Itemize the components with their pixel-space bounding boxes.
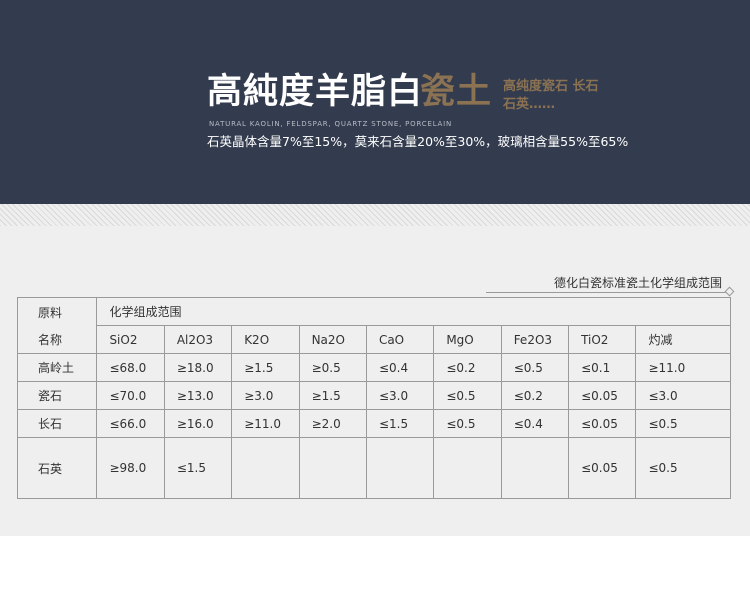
composition-table: 原料 名称 化学组成范围 SiO2 Al2O3 K2O Na2O CaO MgO…: [16, 297, 731, 499]
table-cell: ≤0.05: [568, 381, 637, 410]
table-cell: ≤0.05: [568, 409, 637, 438]
table-cell: [298, 437, 367, 499]
table-cell: ≥11.0: [635, 353, 731, 382]
table-row: 长石 ≤66.0 ≥16.0 ≥11.0 ≥2.0 ≤1.5 ≤0.5 ≤0.4…: [16, 409, 731, 438]
subtitle-chinese: 石英晶体含量7%至15%，莫来石含量20%至30%，玻璃相含量55%至65%: [207, 134, 629, 149]
table-cell: ≤0.05: [568, 437, 637, 499]
footer-blank: [0, 536, 750, 608]
table-column-header-row: SiO2 Al2O3 K2O Na2O CaO MgO Fe2O3 TiO2 灼…: [18, 325, 731, 354]
caption-diamond-icon: [724, 286, 735, 297]
title-accent: 瓷土: [420, 71, 493, 112]
table-cell: ≤70.0: [96, 381, 165, 410]
side-text-line-2: 石英……: [503, 97, 556, 112]
table-cell: ≤66.0: [96, 409, 165, 438]
table-cell: ≤0.4: [500, 409, 570, 438]
column-header: CaO: [365, 325, 435, 354]
table-cell: ≥0.5: [298, 353, 367, 382]
row-name-cell: 高岭土: [16, 353, 98, 382]
table-cell: ≤0.2: [433, 353, 502, 382]
column-header: Al2O3: [163, 325, 233, 354]
table-cell: ≥1.5: [231, 353, 300, 382]
content-area: 德化白瓷标准瓷土化学组成范围 原料 名称 化学组成范围 SiO2 Al2O3 K…: [0, 226, 750, 536]
table-cell: ≥18.0: [163, 353, 233, 382]
table-cell: [365, 437, 435, 499]
column-header: TiO2: [568, 325, 637, 354]
table-cell: ≥16.0: [163, 409, 233, 438]
table-cell: ≤0.5: [433, 409, 502, 438]
table-cell: ≤0.5: [635, 409, 731, 438]
row-name-cell: 石英: [16, 437, 98, 499]
table-caption: 德化白瓷标准瓷土化学组成范围: [553, 276, 722, 290]
stripe-divider: [0, 204, 750, 226]
table-row: 高岭土 ≤68.0 ≥18.0 ≥1.5 ≥0.5 ≤0.4 ≤0.2 ≤0.5…: [16, 353, 731, 382]
table-cell: ≤3.0: [635, 381, 731, 410]
column-header: K2O: [231, 325, 300, 354]
table-row: 瓷石 ≤70.0 ≥13.0 ≥3.0 ≥1.5 ≤3.0 ≤0.5 ≤0.2 …: [16, 381, 731, 410]
group-header-cell: 化学组成范围: [96, 297, 731, 326]
side-text-line-1: 高纯度瓷石 长石: [503, 79, 599, 94]
corner-header-line-2: 名称: [38, 332, 63, 347]
corner-header-line-1: 原料: [38, 305, 63, 320]
row-name-cell: 长石: [16, 409, 98, 438]
table-cell: ≥13.0: [163, 381, 233, 410]
side-text: 高纯度瓷石 长石 石英……: [503, 78, 623, 114]
title-main: 高純度羊脂白: [207, 71, 424, 112]
table-cell: [500, 437, 570, 499]
table-cell: ≤0.4: [365, 353, 435, 382]
header-banner: 高純度羊脂白 瓷土 高纯度瓷石 长石 石英…… NATURAL KAOLIN, …: [0, 0, 750, 204]
corner-header-cell: 原料 名称: [16, 297, 98, 354]
table-cell: [433, 437, 502, 499]
table-header-row: 原料 名称 化学组成范围: [16, 297, 731, 354]
table-cell: ≤68.0: [96, 353, 165, 382]
table-cell: ≥1.5: [298, 381, 367, 410]
table-cell: ≤1.5: [163, 437, 233, 499]
table-cell: ≤0.5: [635, 437, 731, 499]
table-cell: ≤1.5: [365, 409, 435, 438]
table-cell: ≥2.0: [298, 409, 367, 438]
table-row: 石英 ≥98.0 ≤1.5 ≤0.05 ≤0.5: [16, 437, 731, 499]
table-cell: ≥3.0: [231, 381, 300, 410]
table-cell: [231, 437, 300, 499]
table-cell: ≤3.0: [365, 381, 435, 410]
column-header: MgO: [433, 325, 502, 354]
table-cell: ≤0.5: [433, 381, 502, 410]
column-header: SiO2: [96, 325, 165, 354]
column-header: Fe2O3: [500, 325, 570, 354]
table-cell: ≥11.0: [231, 409, 300, 438]
caption-underline: [486, 292, 728, 293]
subtitle-english: NATURAL KAOLIN, FELDSPAR, QUARTZ STONE, …: [209, 120, 453, 128]
table-cell: ≤0.1: [568, 353, 637, 382]
table-cell: ≥98.0: [96, 437, 165, 499]
table-cell: ≤0.2: [500, 381, 570, 410]
table-cell: ≤0.5: [500, 353, 570, 382]
row-name-cell: 瓷石: [16, 381, 98, 410]
column-header: Na2O: [298, 325, 367, 354]
column-header: 灼减: [635, 325, 731, 354]
